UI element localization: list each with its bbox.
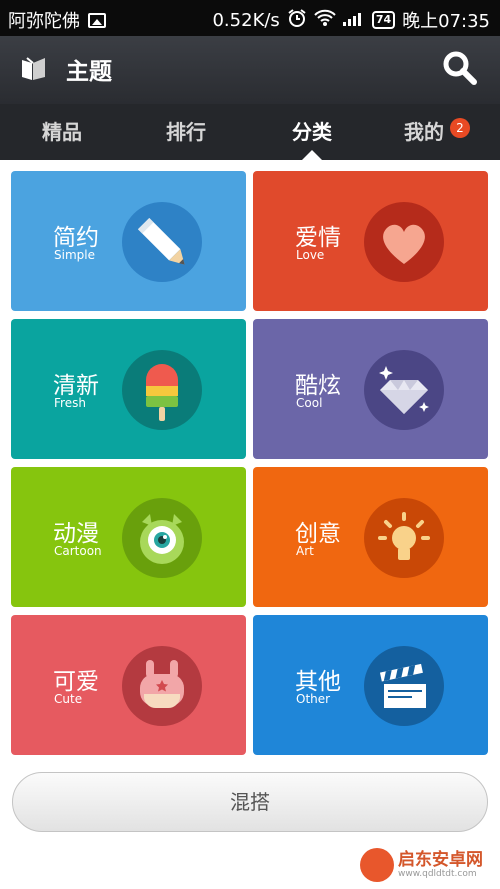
tab-mine[interactable]: 我的 bbox=[404, 116, 444, 145]
app-header: 主题 bbox=[0, 36, 500, 104]
cute-bunny-icon bbox=[122, 646, 202, 726]
active-tab-indicator bbox=[302, 150, 322, 160]
category-subtitle: Art bbox=[296, 544, 314, 558]
clapperboard-icon bbox=[364, 646, 444, 726]
popsicle-icon bbox=[122, 350, 202, 430]
category-name: 可爱 bbox=[53, 669, 99, 695]
tab-featured[interactable]: 精品 bbox=[42, 116, 82, 145]
alarm-icon bbox=[287, 8, 307, 33]
category-tile-fresh[interactable]: 清新 Fresh bbox=[11, 319, 246, 459]
watermark-logo-icon bbox=[360, 848, 394, 882]
notification-badge: 2 bbox=[450, 118, 470, 138]
monster-eye-icon bbox=[122, 498, 202, 578]
category-subtitle: Love bbox=[296, 248, 325, 262]
category-tile-simple[interactable]: 简约 Simple bbox=[11, 171, 246, 311]
category-tile-cartoon[interactable]: 动漫 Cartoon bbox=[11, 467, 246, 607]
watermark-name: 启东安卓网 bbox=[398, 850, 483, 870]
category-name: 爱情 bbox=[295, 225, 341, 251]
category-tile-other[interactable]: 其他 Other bbox=[253, 615, 488, 755]
category-name: 清新 bbox=[53, 373, 99, 399]
theme-app-logo-icon[interactable] bbox=[20, 56, 48, 86]
category-name: 创意 bbox=[295, 521, 341, 547]
tab-bar: 精品 排行 分类 我的 bbox=[0, 104, 500, 160]
category-name: 动漫 bbox=[53, 521, 99, 547]
lightbulb-icon bbox=[364, 498, 444, 578]
battery-indicator: 74 bbox=[371, 11, 396, 29]
status-bar: 阿弥陀佛 0.52K/s 74 晚上07:35 bbox=[0, 0, 500, 36]
category-tile-love[interactable]: 爱情 Love bbox=[253, 171, 488, 311]
wifi-icon bbox=[314, 9, 336, 32]
pencil-icon bbox=[122, 202, 202, 282]
clock: 晚上07:35 bbox=[402, 11, 490, 32]
mix-button[interactable]: 混搭 bbox=[12, 772, 488, 832]
watermark: 启东安卓网 www.qdldtdt.com bbox=[360, 848, 483, 882]
category-subtitle: Fresh bbox=[54, 396, 86, 410]
page-title: 主题 bbox=[66, 59, 112, 85]
category-name: 简约 bbox=[53, 225, 99, 251]
watermark-url: www.qdldtdt.com bbox=[398, 869, 477, 879]
tab-categories[interactable]: 分类 bbox=[292, 116, 332, 145]
category-name: 其他 bbox=[295, 669, 341, 695]
carrier-name: 阿弥陀佛 bbox=[8, 11, 80, 32]
category-tile-cool[interactable]: 酷炫 Cool bbox=[253, 319, 488, 459]
heart-icon bbox=[364, 202, 444, 282]
tab-ranking[interactable]: 排行 bbox=[166, 116, 206, 145]
category-subtitle: Other bbox=[296, 692, 331, 706]
search-icon[interactable] bbox=[442, 50, 478, 90]
signal-icon bbox=[342, 10, 365, 31]
category-subtitle: Cool bbox=[296, 396, 323, 410]
image-notification-icon bbox=[88, 12, 106, 28]
category-subtitle: Cartoon bbox=[54, 544, 102, 558]
category-subtitle: Cute bbox=[54, 692, 83, 706]
category-tile-art[interactable]: 创意 Art bbox=[253, 467, 488, 607]
diamond-icon bbox=[364, 350, 444, 430]
category-tile-cute[interactable]: 可爱 Cute bbox=[11, 615, 246, 755]
network-speed: 0.52K/s bbox=[212, 9, 280, 31]
category-subtitle: Simple bbox=[54, 248, 95, 262]
category-name: 酷炫 bbox=[295, 373, 341, 399]
